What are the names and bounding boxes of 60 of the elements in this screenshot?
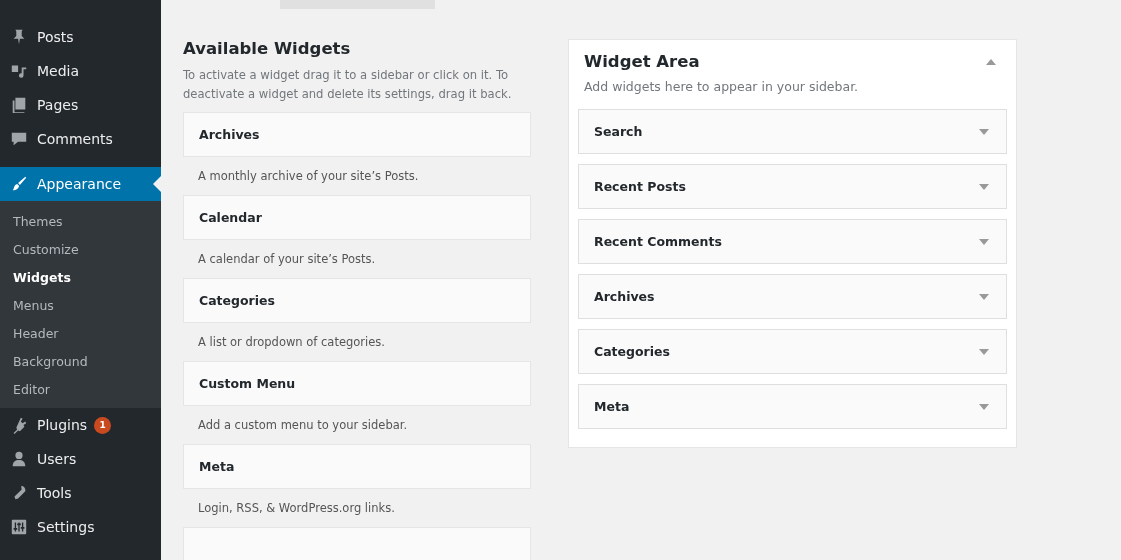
menu-item[interactable]: Pages xyxy=(0,88,161,122)
section-description: To activate a widget drag it to a sidebar or click on it. To deactivate a widget and delete its settings, drag it back. xyxy=(183,67,513,103)
widget-row[interactable]: Categories xyxy=(578,329,1007,374)
paintbrush-icon xyxy=(10,175,28,193)
widget-title: Recent Posts xyxy=(594,179,686,194)
widget-description: A calendar of your site’s Posts. xyxy=(197,251,377,268)
speech-bubble-icon xyxy=(10,130,28,148)
widget-title: Meta xyxy=(594,399,630,414)
collapse-arrow-icon[interactable] xyxy=(986,58,996,65)
pages-icon xyxy=(10,96,28,114)
menu-item[interactable]: Plugins 1 xyxy=(0,408,161,442)
panel-title: Widget Area xyxy=(584,52,700,71)
widget-title: Categories xyxy=(594,344,670,359)
widget-row[interactable]: Recent Posts xyxy=(578,164,1007,209)
submenu-item[interactable]: Editor xyxy=(0,376,161,404)
menu-item[interactable]: Media xyxy=(0,54,161,88)
submenu-item[interactable]: Customize xyxy=(0,236,161,264)
submenu-item[interactable]: Widgets xyxy=(0,264,161,292)
submenu-item[interactable]: Header xyxy=(0,320,161,348)
sliders-icon xyxy=(10,518,28,536)
section-title: Available Widgets xyxy=(183,39,352,58)
expand-arrow-icon[interactable] xyxy=(979,403,989,410)
widget-title: Archives xyxy=(594,289,655,304)
widget-title: Search xyxy=(594,124,643,139)
submenu-item[interactable]: Background xyxy=(0,348,161,376)
widget-title: Calendar xyxy=(199,210,262,225)
widget-row[interactable]: Meta xyxy=(578,384,1007,429)
menu-item[interactable]: Users xyxy=(0,442,161,476)
menu-item[interactable]: Tools xyxy=(0,476,161,510)
count-badge: 1 xyxy=(94,416,112,434)
menu-item[interactable]: Appearance xyxy=(0,167,161,201)
widget-card[interactable]: Categories xyxy=(183,278,531,323)
widget-row[interactable]: Recent Comments xyxy=(578,219,1007,264)
widget-description: A monthly archive of your site’s Posts. xyxy=(197,168,420,185)
widget-description: A list or dropdown of categories. xyxy=(197,334,386,351)
panel-description: Add widgets here to appear in your sidebar. xyxy=(584,79,860,94)
expand-arrow-icon[interactable] xyxy=(979,128,989,135)
widget-title: Archives xyxy=(199,127,260,142)
expand-arrow-icon[interactable] xyxy=(979,238,989,245)
expand-arrow-icon[interactable] xyxy=(979,348,989,355)
menu-item[interactable]: Posts xyxy=(0,20,161,54)
widget-card[interactable]: Meta xyxy=(183,444,531,489)
widget-description: Login, RSS, & WordPress.org links. xyxy=(197,500,396,517)
widget-title: Meta xyxy=(199,459,235,474)
widget-title: Recent Comments xyxy=(594,234,722,249)
person-icon xyxy=(10,450,28,468)
widget-card[interactable]: Calendar xyxy=(183,195,531,240)
widget-card[interactable]: Archives xyxy=(183,112,531,157)
widget-title: Custom Menu xyxy=(199,376,296,391)
submenu-item[interactable]: Themes xyxy=(0,208,161,236)
widget-row[interactable]: Search xyxy=(578,109,1007,154)
menu-item[interactable]: Comments xyxy=(0,122,161,156)
widget-description: Add a custom menu to your sidebar. xyxy=(197,417,409,434)
expand-arrow-icon[interactable] xyxy=(979,183,989,190)
expand-arrow-icon[interactable] xyxy=(979,293,989,300)
widget-title: Categories xyxy=(199,293,275,308)
submenu-item[interactable]: Menus xyxy=(0,292,161,320)
widget-row[interactable]: Archives xyxy=(578,274,1007,319)
widget-card[interactable]: Custom Menu xyxy=(183,361,531,406)
menu-item[interactable]: Settings xyxy=(0,510,161,544)
